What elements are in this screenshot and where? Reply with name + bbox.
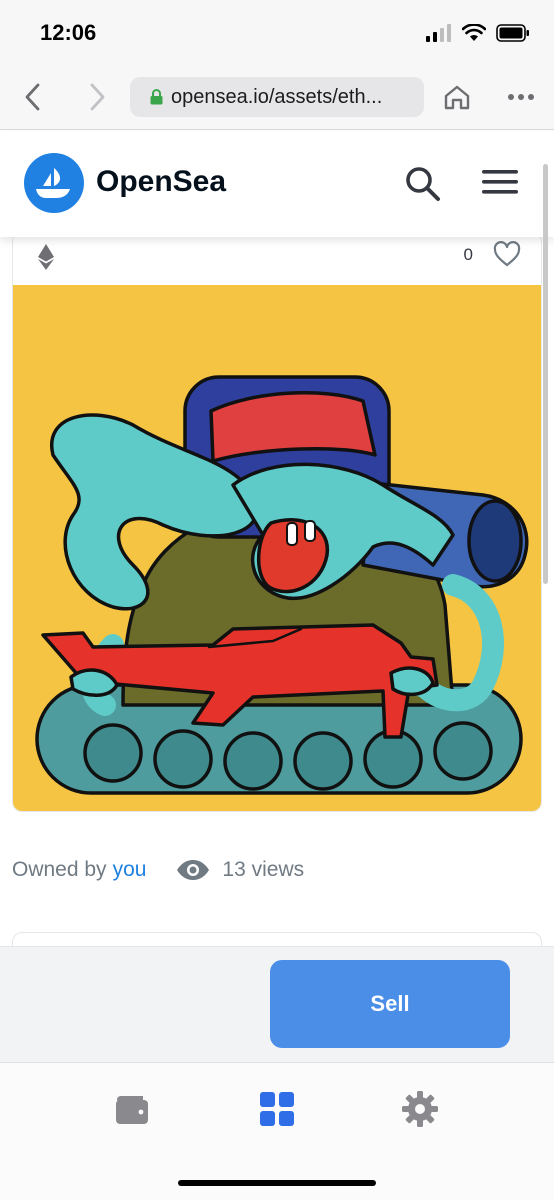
nft-artwork[interactable] bbox=[13, 285, 541, 811]
home-icon bbox=[444, 85, 470, 110]
search-button[interactable] bbox=[402, 163, 442, 203]
status-bar: 12:06 bbox=[0, 0, 554, 66]
battery-icon bbox=[496, 24, 529, 42]
ethereum-icon bbox=[38, 244, 54, 270]
wallet-icon bbox=[116, 1096, 148, 1124]
grid-icon bbox=[260, 1092, 294, 1126]
more-icon bbox=[508, 94, 534, 100]
chevron-right-icon bbox=[90, 83, 105, 111]
owned-by-label: Owned by bbox=[12, 858, 107, 881]
browser-toolbar: opensea.io/assets/eth... bbox=[0, 66, 554, 130]
gear-icon bbox=[402, 1091, 438, 1127]
chevron-left-icon bbox=[25, 83, 40, 111]
heart-icon[interactable] bbox=[493, 241, 521, 267]
brand-name: OpenSea bbox=[96, 165, 227, 198]
forward-button[interactable] bbox=[80, 80, 114, 114]
tab-collection[interactable] bbox=[257, 1089, 297, 1129]
asset-card: 0 bbox=[12, 232, 542, 812]
owner-row: Owned by you 13 views bbox=[12, 858, 304, 882]
home-indicator[interactable] bbox=[178, 1180, 376, 1186]
back-button[interactable] bbox=[16, 80, 50, 114]
status-icons bbox=[426, 24, 530, 42]
home-button[interactable] bbox=[440, 80, 474, 114]
scrollbar[interactable] bbox=[543, 164, 548, 584]
address-bar[interactable]: opensea.io/assets/eth... bbox=[130, 77, 424, 117]
opensea-logo[interactable] bbox=[24, 153, 84, 213]
signal-icon bbox=[426, 24, 451, 42]
lock-icon bbox=[150, 89, 163, 105]
hamburger-menu-icon bbox=[482, 170, 518, 194]
tab-wallet[interactable] bbox=[112, 1089, 152, 1129]
sell-button[interactable]: Sell bbox=[270, 960, 510, 1048]
views-count: 13 views bbox=[222, 858, 305, 881]
wifi-icon bbox=[462, 24, 486, 41]
menu-button[interactable] bbox=[482, 167, 518, 197]
site-header: OpenSea bbox=[0, 131, 554, 237]
search-icon bbox=[406, 167, 440, 201]
tank-character-illustration bbox=[35, 375, 529, 795]
action-bar: Sell bbox=[0, 946, 554, 1062]
status-time: 12:06 bbox=[40, 20, 97, 45]
favorites-count: 0 bbox=[463, 245, 473, 264]
owner-link[interactable]: you bbox=[113, 858, 147, 882]
asset-card-header: 0 bbox=[13, 233, 541, 285]
tab-settings[interactable] bbox=[400, 1089, 440, 1129]
more-button[interactable] bbox=[504, 80, 538, 114]
eye-icon bbox=[177, 860, 210, 880]
sailboat-icon bbox=[36, 168, 70, 198]
url-text: opensea.io/assets/eth... bbox=[171, 85, 383, 108]
